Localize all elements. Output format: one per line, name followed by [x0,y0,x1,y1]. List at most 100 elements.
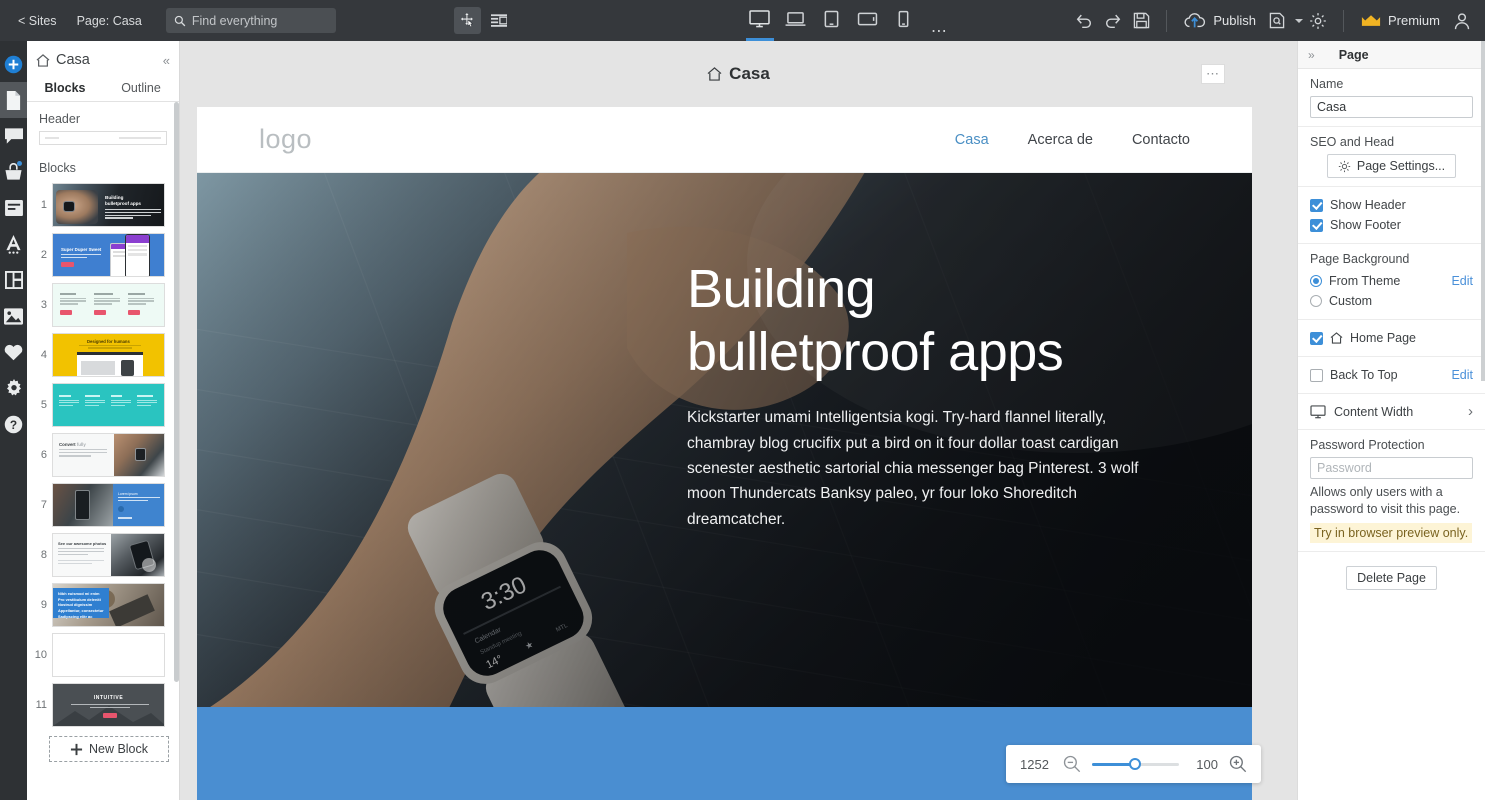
block-thumbnail[interactable]: Convert fully [52,433,165,477]
password-input[interactable]: Password [1310,457,1473,479]
panel-collapse-button[interactable]: « [163,53,170,68]
bg-from-theme-row[interactable]: From Theme Edit [1310,271,1473,291]
block-thumbnail[interactable]: See our awesome photos [52,533,165,577]
hero-title[interactable]: Building bulletproof apps [687,258,1157,383]
block-thumbnail[interactable]: INTUITIVE [52,683,165,727]
show-footer-row[interactable]: Show Footer [1310,215,1473,235]
block-thumbnail[interactable]: Super Duper Sweet [52,233,165,277]
sites-back-link[interactable]: < Sites [8,14,67,28]
back-to-top-edit-link[interactable]: Edit [1451,368,1473,382]
nav-link-contacto[interactable]: Contacto [1132,132,1190,148]
page-settings-button[interactable]: Page Settings... [1326,154,1457,178]
list-item[interactable]: 9 Nibh euismod mi enim Pro vestibulum del… [27,580,179,630]
zoom-slider[interactable] [1092,757,1179,771]
move-tool-button[interactable] [453,7,481,34]
show-header-checkbox[interactable] [1310,198,1323,212]
panel-scroll-area[interactable]: Header Blocks 1 Building bulletproof apps [27,102,179,800]
nav-link-casa[interactable]: Casa [955,132,989,148]
rail-store-icon[interactable] [0,154,27,190]
device-laptop-button[interactable] [779,0,813,41]
bg-edit-link[interactable]: Edit [1451,274,1473,288]
zoom-slider-thumb[interactable] [1128,758,1141,770]
publish-button[interactable]: Publish [1178,12,1262,29]
block-thumbnail[interactable]: Designed for humans [52,333,165,377]
block-thumbnail[interactable]: Nibh euismod mi enim Pro vestibulum delen… [52,583,165,627]
left-panel-scrollbar[interactable] [174,102,179,682]
device-more-button[interactable]: ⋯ [923,21,956,41]
rail-images-icon[interactable] [0,298,27,334]
password-note: Allows only users with a password to vis… [1310,485,1461,516]
block-thumbnail[interactable] [52,633,165,677]
add-new-block-button[interactable]: New Block [49,736,169,762]
list-item[interactable]: 2 Super Duper Sweet [27,230,179,280]
list-item[interactable]: 8 See our awesome photos [27,530,179,580]
blocks-section-label: Blocks [39,161,76,175]
device-mobile-button[interactable] [887,0,921,41]
page-name-input[interactable]: Casa [1310,96,1473,118]
show-header-row[interactable]: Show Header [1310,195,1473,215]
list-item[interactable]: 6 Convert fully [27,430,179,480]
rail-pages-icon[interactable] [0,82,27,118]
block-thumbnail[interactable]: Building bulletproof apps [52,183,165,227]
rail-settings-icon[interactable] [0,370,27,406]
page-preview-button[interactable] [1264,7,1291,34]
bg-from-theme-radio[interactable] [1310,275,1322,287]
rail-add-icon[interactable] [0,46,27,82]
content-width-row[interactable]: Content Width › [1298,394,1485,430]
rail-favorites-icon[interactable] [0,334,27,370]
list-item[interactable]: 11 INTUITIVE [27,680,179,730]
right-panel-scrollbar[interactable] [1481,41,1485,381]
tab-blocks[interactable]: Blocks [27,75,103,102]
nav-link-acerca-de[interactable]: Acerca de [1028,132,1093,148]
rail-layouts-icon[interactable] [0,262,27,298]
back-to-top-checkbox[interactable] [1310,368,1323,382]
header-block-thumbnail[interactable] [39,131,167,145]
site-logo[interactable]: logo [259,124,312,155]
chevron-down-icon[interactable] [1294,18,1303,23]
delete-page-button[interactable]: Delete Page [1346,566,1437,591]
bg-custom-row[interactable]: Custom [1310,291,1473,311]
device-tablet-portrait-button[interactable] [815,0,849,41]
device-desktop-button[interactable] [743,0,777,41]
device-tablet-landscape-button[interactable] [851,0,885,41]
zoom-control[interactable]: 1252 100 [1006,745,1261,783]
zoom-out-icon[interactable] [1063,755,1081,773]
site-header[interactable]: logo Casa Acerca de Contacto [197,107,1252,173]
back-to-top-row[interactable]: Back To Top Edit [1310,365,1473,385]
layout-panel-tool-button[interactable] [486,7,513,34]
list-item[interactable]: 7 Lorem ipsum [27,480,179,530]
hero-body-text[interactable]: Kickstarter umami Intelligentsia kogi. T… [687,405,1157,532]
hero-section[interactable]: 3:30 Calendar Standup meeting 14° ★ MTL [197,173,1252,773]
home-page-checkbox[interactable] [1310,331,1323,345]
search-placeholder: Find everything [191,13,278,28]
premium-button[interactable]: Premium [1355,13,1446,28]
rail-comments-icon[interactable] [0,118,27,154]
zoom-in-icon[interactable] [1229,755,1247,773]
block-thumbnail[interactable]: Lorem ipsum [52,483,165,527]
page-preview-frame[interactable]: logo Casa Acerca de Contacto Building bu… [197,107,1252,800]
rail-help-icon[interactable]: ? [0,406,27,442]
rail-forms-icon[interactable] [0,190,27,226]
block-thumbnail[interactable] [52,383,165,427]
redo-button[interactable] [1099,7,1126,34]
editor-canvas[interactable]: Casa ⋯ logo Casa Acerca de Contacto Buil… [180,41,1297,800]
home-page-row[interactable]: Home Page [1310,328,1473,348]
page-options-button[interactable]: ⋯ [1201,64,1225,84]
settings-gear-button[interactable] [1305,7,1332,34]
bg-custom-radio[interactable] [1310,295,1322,307]
list-item[interactable]: 3 [27,280,179,330]
list-item[interactable]: 5 [27,380,179,430]
save-button[interactable] [1128,7,1155,34]
chevron-right-icon[interactable]: › [1468,403,1473,420]
tab-outline[interactable]: Outline [103,75,179,102]
list-item[interactable]: 4 Designed for humans [27,330,179,380]
list-item[interactable]: 1 Building bulletproof apps [27,180,179,230]
right-panel-collapse-button[interactable]: » [1308,48,1315,62]
account-button[interactable] [1448,7,1475,34]
undo-button[interactable] [1070,7,1097,34]
list-item[interactable]: 10 [27,630,179,680]
show-footer-checkbox[interactable] [1310,218,1323,232]
block-thumbnail[interactable] [52,283,165,327]
rail-typography-icon[interactable] [0,226,27,262]
search-input[interactable]: Find everything [165,8,336,33]
